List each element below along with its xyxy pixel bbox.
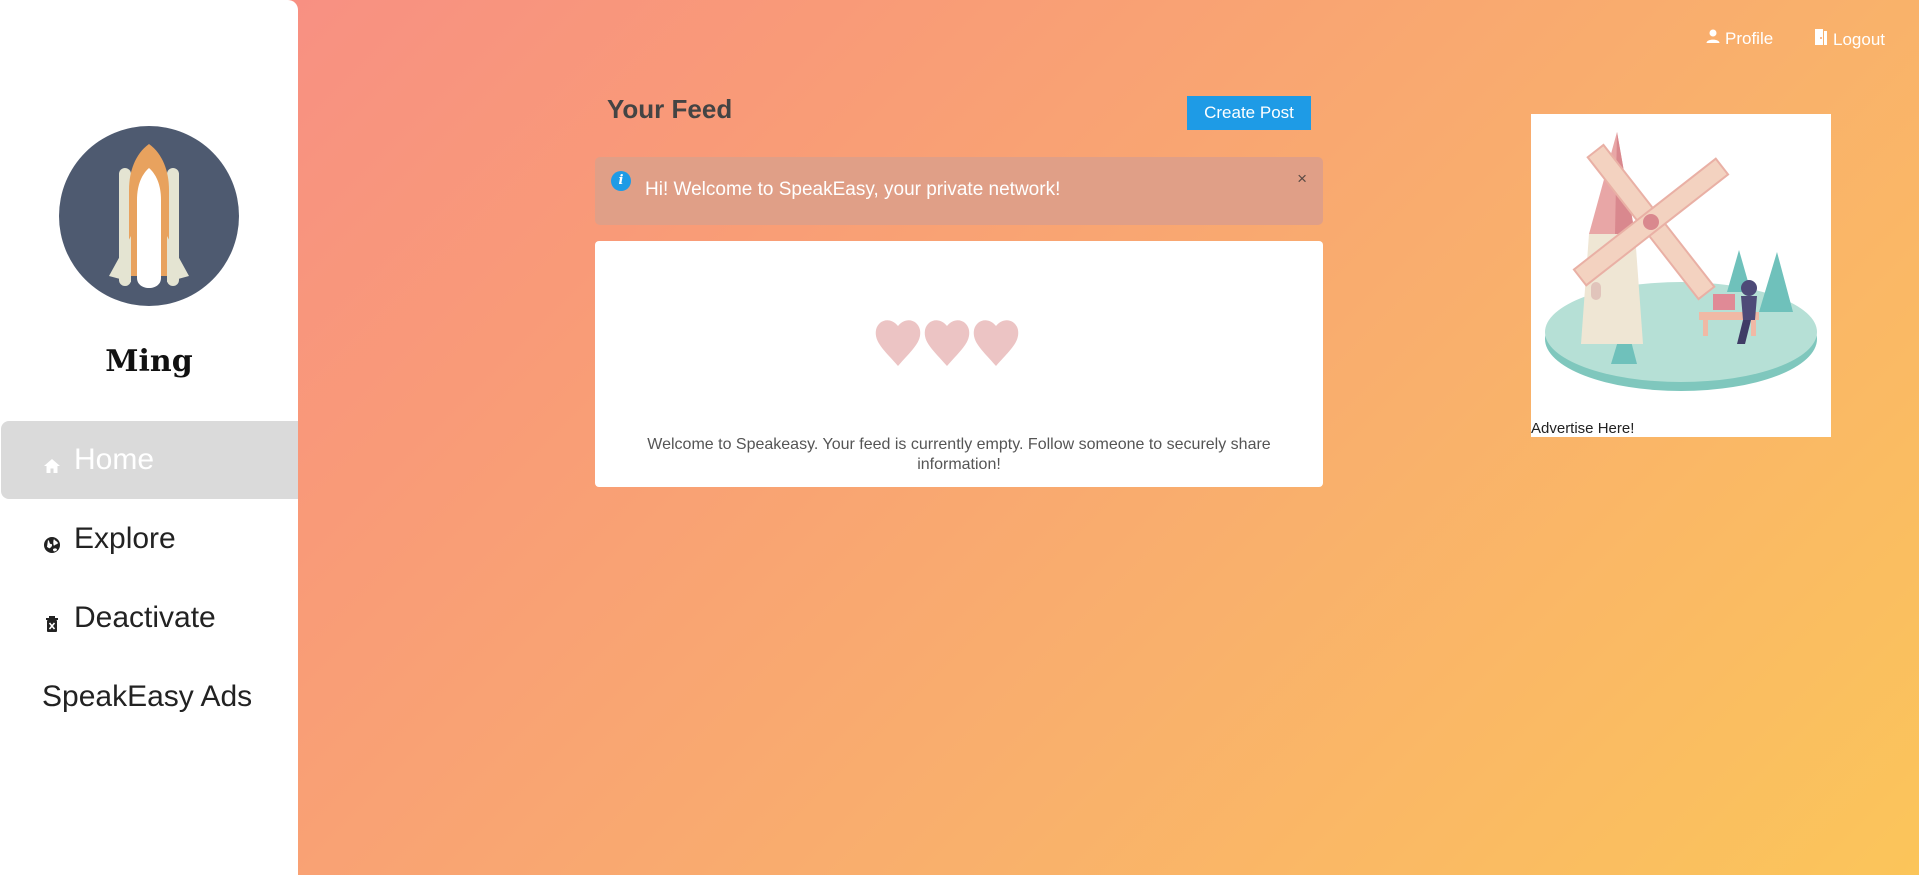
sidebar-item-speakeasy-ads[interactable]: SpeakEasy Ads (1, 658, 298, 736)
sidebar-item-deactivate[interactable]: Deactivate (1, 579, 298, 657)
ad-box[interactable]: Advertise Here! (1531, 114, 1831, 437)
sidebar-item-label: SpeakEasy Ads (42, 680, 253, 713)
sidebar-item-label: Deactivate (74, 601, 216, 634)
profile-label: Profile (1725, 28, 1774, 48)
alert-text: Hi! Welcome to SpeakEasy, your private n… (645, 179, 1061, 200)
sidebar-item-home[interactable]: Home (1, 421, 298, 499)
logout-label: Logout (1833, 29, 1885, 49)
hearts-icon (875, 320, 1019, 366)
profile-link[interactable]: Profile (1705, 28, 1773, 49)
username: Ming (105, 344, 193, 379)
globe-icon (42, 529, 62, 553)
sidebar-item-label: Explore (74, 522, 176, 555)
home-icon (42, 450, 62, 473)
empty-feed-message: Welcome to Speakeasy. Your feed is curre… (647, 436, 1271, 473)
person-icon (1705, 28, 1725, 49)
avatar[interactable] (59, 126, 239, 306)
page-title: Your Feed (607, 94, 733, 124)
feed-card: Welcome to Speakeasy. Your feed is curre… (595, 241, 1323, 487)
ad-label: Advertise Here! (1531, 420, 1635, 437)
close-icon[interactable]: × (1297, 169, 1307, 189)
info-icon: i (611, 171, 631, 191)
sidebar-item-label: Home (74, 443, 155, 476)
rocket-icon (109, 144, 189, 288)
sidebar: Ming Home Explore Deactivate SpeakEasy A… (0, 0, 298, 875)
windmill-illustration (1545, 132, 1817, 391)
sidebar-item-explore[interactable]: Explore (1, 500, 298, 578)
logout-link[interactable]: Logout (1813, 28, 1885, 51)
create-post-button[interactable]: Create Post (1187, 96, 1311, 130)
door-icon (1813, 28, 1833, 51)
welcome-alert: i Hi! Welcome to SpeakEasy, your private… (595, 157, 1323, 225)
delete-icon (42, 608, 62, 632)
